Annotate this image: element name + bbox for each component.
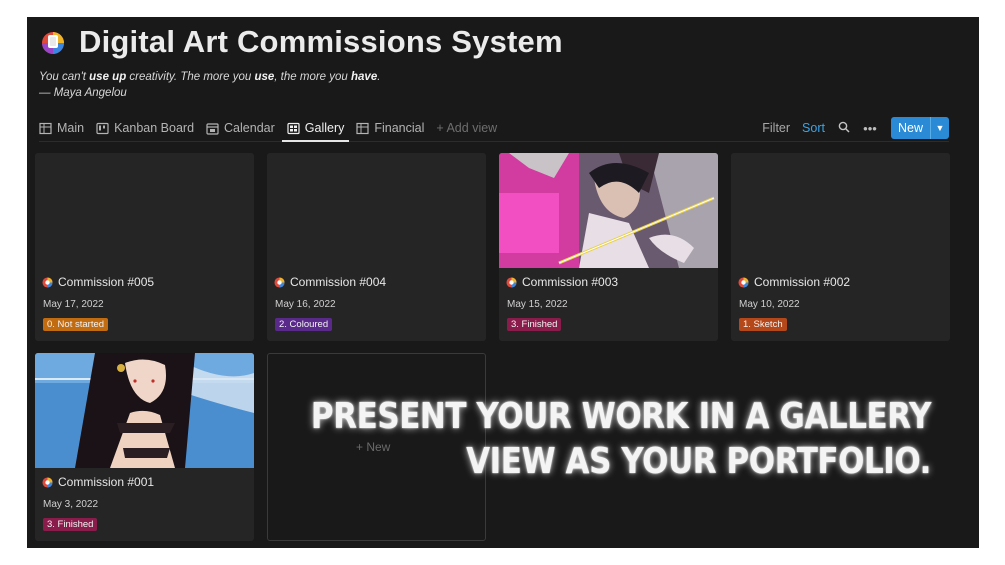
card-cover-empty — [35, 153, 254, 268]
tab-main[interactable]: Main — [39, 115, 84, 141]
quote-text: You can't — [39, 71, 90, 83]
card-title: Commission #005 — [58, 275, 155, 289]
status-badge: 0. Not started — [43, 318, 109, 331]
quote-text: . — [377, 71, 381, 83]
tab-label: Main — [57, 121, 85, 135]
tab-label: Calendar — [224, 121, 275, 135]
new-button-label: New — [897, 121, 923, 135]
quote-emphasis: have — [351, 71, 378, 83]
gallery-icon — [287, 122, 300, 134]
quote-emphasis: use — [254, 71, 275, 83]
card-date: May 16, 2022 — [275, 299, 336, 310]
search-icon[interactable] — [837, 121, 851, 136]
anime-swordsman-illustration — [499, 153, 718, 268]
gallery-card[interactable]: Commission #003 May 15, 2022 3. Finished — [499, 153, 718, 341]
quote-emphasis: use up — [89, 71, 127, 83]
page-header: Digital Art Commissions System You can't… — [39, 23, 967, 101]
notion-multicolor-logo-icon — [39, 28, 67, 56]
card-title: Commission #004 — [290, 275, 387, 289]
gallery-card[interactable]: Commission #004 May 16, 2022 2. Coloured — [267, 153, 486, 341]
calendar-icon — [206, 122, 219, 135]
tab-label: Financial — [374, 121, 425, 135]
card-cover-image — [35, 353, 254, 468]
anime-woman-illustration — [35, 353, 254, 468]
tab-financial[interactable]: Financial — [356, 115, 424, 141]
promo-line: PRESENT YOUR WORK IN A GALLERY — [310, 396, 931, 437]
tab-gallery[interactable]: Gallery — [281, 115, 349, 142]
colorwheel-icon — [42, 476, 53, 488]
quote-text: creativity. The more you — [126, 71, 255, 83]
colorwheel-icon — [738, 276, 749, 288]
view-toolbar: Main Kanban Board Calendar Gallery Finan… — [39, 115, 949, 142]
filter-button[interactable]: Filter — [762, 121, 790, 135]
tab-calendar[interactable]: Calendar — [206, 115, 275, 141]
sort-button[interactable]: Sort — [802, 121, 825, 135]
page-quote: You can't use up creativity. The more yo… — [39, 69, 967, 101]
tab-label: Kanban Board — [114, 121, 195, 135]
card-cover-empty — [267, 153, 486, 268]
card-cover-image — [499, 153, 718, 268]
card-title: Commission #001 — [58, 475, 155, 489]
quote-text: , the more you — [274, 71, 352, 83]
colorwheel-icon — [506, 276, 517, 288]
tab-label: Gallery — [304, 121, 345, 135]
status-badge: 2. Coloured — [275, 318, 333, 331]
card-title: Commission #002 — [754, 275, 851, 289]
card-date: May 10, 2022 — [739, 299, 800, 310]
gallery-card[interactable]: Commission #005 May 17, 2022 0. Not star… — [35, 153, 254, 341]
gallery-card[interactable]: Commission #002 May 10, 2022 1. Sketch — [731, 153, 950, 341]
add-view-button[interactable]: + Add view — [436, 115, 497, 141]
chevron-down-icon[interactable]: ▼ — [930, 117, 949, 139]
toolbar-actions: Filter Sort ••• New ▼ — [750, 117, 949, 139]
card-date: May 17, 2022 — [43, 299, 104, 310]
status-badge: 3. Finished — [43, 518, 98, 531]
page-title: Digital Art Commissions System — [79, 24, 563, 59]
table-icon — [39, 122, 52, 134]
card-title: Commission #003 — [522, 275, 619, 289]
gallery-card[interactable]: Commission #001 May 3, 2022 3. Finished — [35, 353, 254, 541]
promo-overlay-text: PRESENT YOUR WORK IN A GALLERY VIEW AS Y… — [311, 394, 931, 484]
status-badge: 1. Sketch — [739, 318, 787, 331]
more-options-icon[interactable]: ••• — [863, 121, 877, 136]
colorwheel-icon — [274, 276, 285, 288]
table-icon — [356, 122, 369, 134]
notion-page: Digital Art Commissions System You can't… — [27, 17, 979, 548]
quote-author: — Maya Angelou — [39, 87, 127, 99]
card-date: May 15, 2022 — [507, 299, 568, 310]
colorwheel-icon — [42, 276, 53, 288]
new-button[interactable]: New ▼ — [890, 117, 949, 139]
status-badge: 3. Finished — [507, 318, 562, 331]
board-icon — [96, 122, 109, 134]
card-cover-empty — [731, 153, 950, 268]
card-date: May 3, 2022 — [43, 499, 99, 510]
promo-line: VIEW AS YOUR PORTFOLIO. — [466, 441, 931, 482]
tab-kanban-board[interactable]: Kanban Board — [96, 115, 194, 141]
